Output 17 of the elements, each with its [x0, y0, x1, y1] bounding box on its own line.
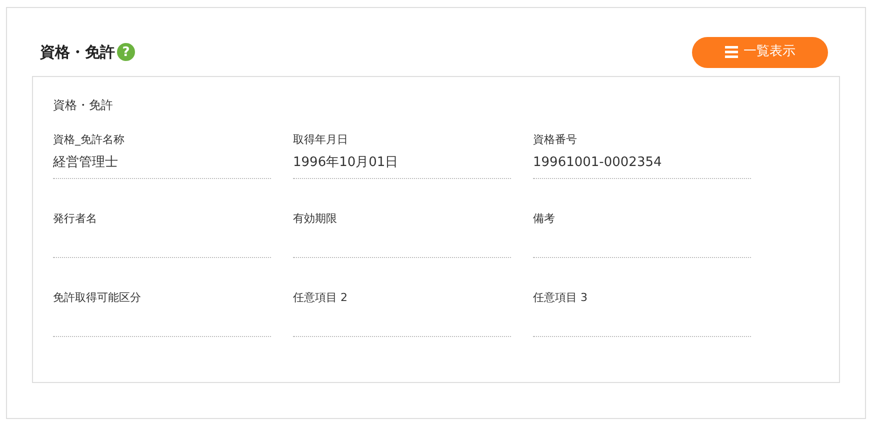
field-value: 19961001-0002354 — [533, 154, 662, 172]
section-title: 資格・免許 — [40, 42, 115, 63]
list-view-button[interactable]: 一覧表示 — [692, 36, 828, 68]
field-label: 任意項目 2 — [293, 291, 348, 305]
field-label: 資格番号 — [533, 133, 578, 147]
panel-title: 資格・免許 — [53, 97, 114, 114]
field-label: 有効期限 — [293, 212, 338, 226]
field-label: 発行者名 — [53, 212, 98, 226]
help-icon[interactable]: ? — [117, 43, 135, 61]
field-label: 備考 — [533, 212, 556, 226]
field-label: 免許取得可能区分 — [53, 291, 142, 305]
field-label: 任意項目 3 — [533, 291, 588, 305]
field-value: 経営管理士 — [53, 154, 118, 172]
field-label: 取得年月日 — [293, 133, 349, 147]
field-label: 資格_免許名称 — [53, 133, 126, 147]
menu-icon — [724, 46, 738, 58]
field-value: 1996年10月01日 — [293, 154, 398, 172]
